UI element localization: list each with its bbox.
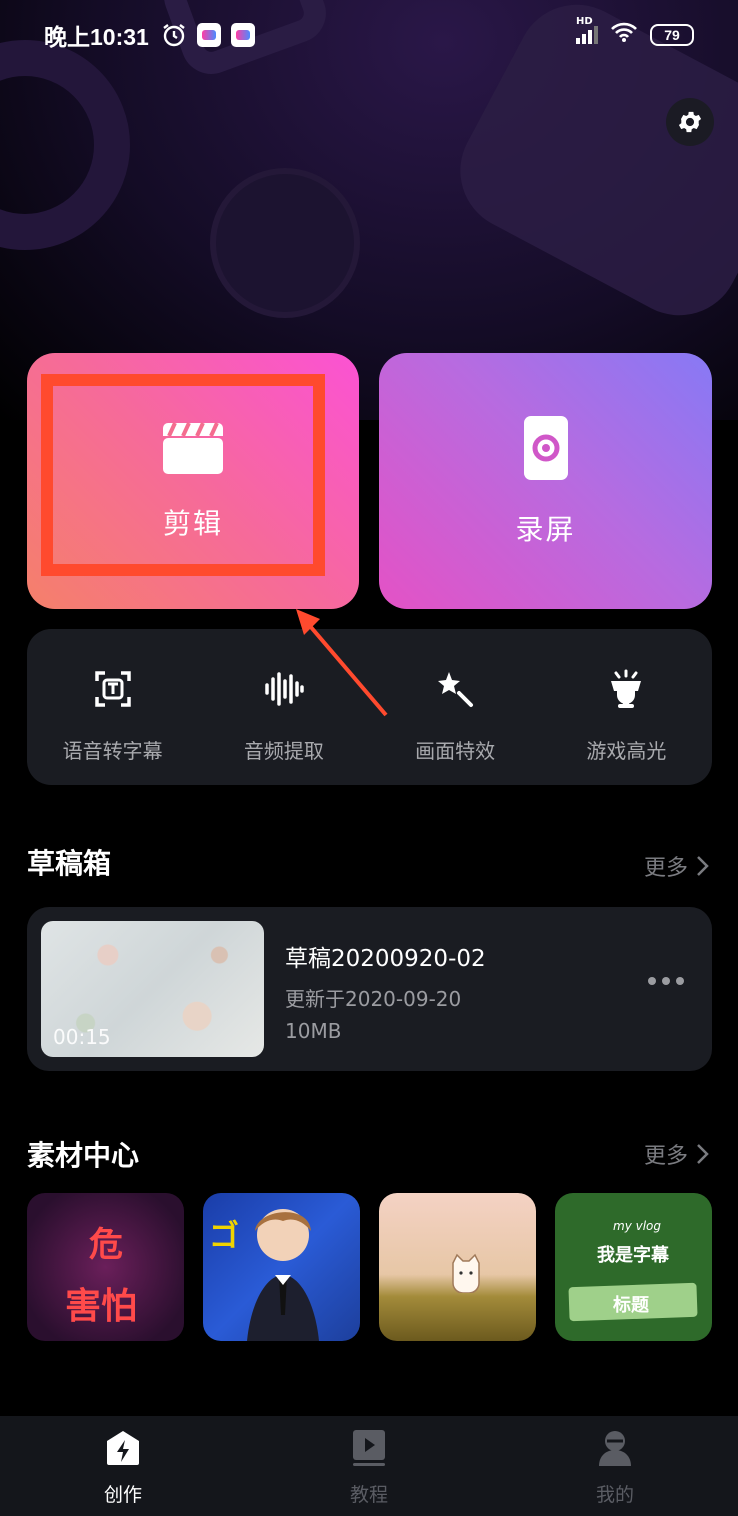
tool-game-highlight[interactable]: 游戏高光 [541, 629, 712, 785]
materials-more-link[interactable]: 更多 [644, 1138, 710, 1170]
draft-size: 10MB [285, 1019, 342, 1043]
tool-label: 游戏高光 [586, 739, 667, 763]
profile-icon [599, 1431, 631, 1466]
settings-button[interactable] [666, 98, 714, 146]
material-text: my vlog [613, 1219, 661, 1233]
materials-title: 素材中心 [27, 1139, 140, 1172]
material-text: ゴ [209, 1219, 239, 1254]
more-label: 更多 [643, 1144, 688, 1169]
anime-character-illustration [247, 1209, 319, 1341]
phone-record-icon [523, 416, 568, 480]
signal-icon: HD [576, 16, 598, 44]
draft-thumbnail: 00:15 [41, 921, 264, 1057]
tool-audio-extract[interactable]: 音频提取 [198, 629, 369, 785]
nav-create[interactable]: 创作 [0, 1416, 246, 1516]
material-item[interactable]: my vlog 我是字幕 标题 [555, 1193, 712, 1341]
waveform-icon [262, 667, 306, 711]
material-item[interactable] [379, 1193, 536, 1341]
material-text: 我是字幕 [597, 1245, 669, 1266]
app-notification-icon [196, 23, 221, 47]
tools-panel: 语音转字幕 音频提取 画面特效 游戏高光 [27, 629, 712, 785]
more-label: 更多 [643, 856, 688, 881]
cat-illustration [452, 1253, 480, 1293]
material-item[interactable]: ゴ [203, 1193, 360, 1341]
bottom-navigation: 创作 教程 我的 [0, 1416, 738, 1516]
draft-name: 草稿20200920-02 [285, 946, 486, 972]
nav-tutorial[interactable]: 教程 [246, 1416, 492, 1516]
draft-item[interactable]: 00:15 草稿20200920-02 更新于2020-09-20 10MB [27, 907, 712, 1071]
edit-label: 剪辑 [162, 507, 223, 540]
battery-indicator: 79 [650, 24, 694, 46]
drafts-title: 草稿箱 [27, 847, 112, 880]
tool-label: 画面特效 [415, 739, 496, 763]
drafts-more-link[interactable]: 更多 [644, 850, 710, 882]
material-text: 标题 [613, 1295, 649, 1316]
tool-label: 语音转字幕 [62, 739, 163, 763]
tutorial-icon [353, 1430, 385, 1466]
alarm-icon [161, 22, 187, 48]
material-text: 害怕 [65, 1286, 138, 1327]
chevron-right-icon [697, 856, 709, 876]
record-label: 录屏 [515, 513, 576, 546]
app-notification-icon [230, 23, 255, 47]
draft-updated: 更新于2020-09-20 [285, 987, 462, 1011]
create-icon [107, 1431, 139, 1465]
nav-label: 教程 [349, 1484, 388, 1506]
edit-card[interactable]: 剪辑 [27, 353, 359, 609]
nav-profile[interactable]: 我的 [492, 1416, 738, 1516]
trophy-icon [604, 667, 648, 711]
magic-wand-icon [433, 667, 477, 711]
status-bar: 晚上10:31 HD 79 [0, 0, 738, 70]
tool-visual-effects[interactable]: 画面特效 [370, 629, 541, 785]
tool-label: 音频提取 [243, 739, 324, 763]
draft-duration: 00:15 [53, 1025, 111, 1049]
material-item[interactable]: 危 害怕 [27, 1193, 184, 1341]
gear-icon [678, 111, 702, 133]
wifi-icon [610, 21, 638, 49]
subtitle-icon [91, 667, 135, 711]
nav-label: 创作 [103, 1484, 142, 1506]
tool-speech-to-subtitle[interactable]: 语音转字幕 [27, 629, 198, 785]
chevron-right-icon [697, 1144, 709, 1164]
clapperboard-icon [163, 422, 223, 474]
record-screen-card[interactable]: 录屏 [379, 353, 712, 609]
nav-label: 我的 [595, 1484, 634, 1506]
more-options-icon[interactable] [648, 977, 684, 985]
material-text: 危 [89, 1225, 123, 1265]
status-time: 晚上10:31 [44, 24, 149, 50]
